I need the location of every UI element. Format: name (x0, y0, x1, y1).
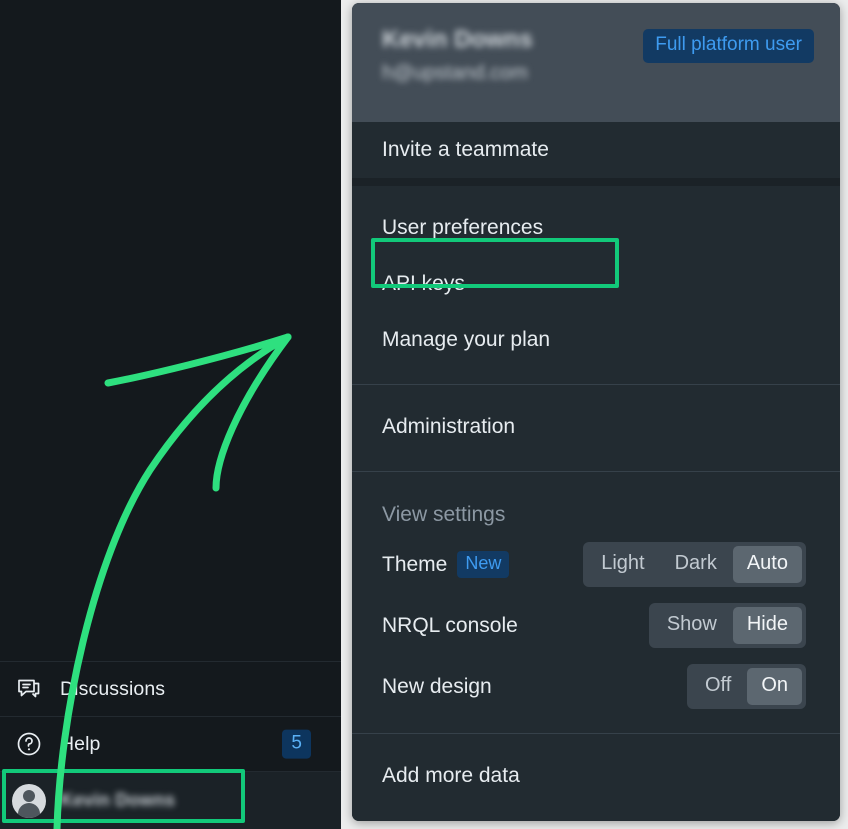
discussions-icon (12, 672, 46, 706)
role-badge: Full platform user (643, 29, 814, 63)
sidebar-user-name: Kevin Downs (60, 790, 176, 810)
setting-row-theme: Theme New Light Dark Auto (352, 534, 840, 595)
help-circle-icon (12, 727, 46, 761)
sidebar-bottom-section: Discussions Help 5 Kevin Downs (0, 661, 341, 829)
new-design-option-off[interactable]: Off (691, 668, 745, 705)
setting-row-nrql-console: NRQL console Show Hide (352, 595, 840, 656)
panel-header: Kevin Downs h@upstand.com Full platform … (352, 3, 840, 122)
section-invite: Invite a teammate (352, 122, 840, 178)
sidebar-item-help[interactable]: Help 5 (0, 716, 341, 771)
menu-item-invite-teammate[interactable]: Invite a teammate (352, 122, 840, 178)
menu-item-manage-your-data[interactable]: Manage your data (352, 804, 840, 821)
section-account: User preferences API keys Manage your pl… (352, 186, 840, 384)
avatar (12, 783, 46, 818)
theme-label: Theme (382, 552, 448, 576)
theme-option-dark[interactable]: Dark (661, 546, 731, 583)
theme-segmented-control: Light Dark Auto (583, 542, 806, 587)
section-data: Add more data Manage your data (352, 733, 840, 821)
nrql-option-show[interactable]: Show (653, 607, 731, 644)
new-design-option-on[interactable]: On (747, 668, 802, 705)
menu-item-api-keys[interactable]: API keys (352, 256, 840, 312)
menu-item-add-more-data[interactable]: Add more data (352, 748, 840, 804)
nrql-console-segmented-control: Show Hide (648, 603, 806, 648)
view-settings-title: View settings (382, 503, 506, 526)
sidebar-item-label: Help (60, 732, 101, 755)
menu-item-administration[interactable]: Administration (352, 399, 840, 455)
new-badge: New (457, 550, 510, 579)
sidebar-item-user-profile[interactable]: Kevin Downs (0, 771, 341, 829)
sidebar-item-discussions[interactable]: Discussions (0, 661, 341, 716)
setting-row-new-design: New design Off On (352, 656, 840, 717)
menu-item-manage-your-plan[interactable]: Manage your plan (352, 312, 840, 368)
left-sidebar: Discussions Help 5 Kevin Downs (0, 0, 341, 829)
theme-option-light[interactable]: Light (587, 546, 658, 583)
screenshot-root: Discussions Help 5 Kevin Downs Kevin Dow… (0, 0, 848, 829)
nrql-console-label: NRQL console (382, 613, 518, 637)
new-design-segmented-control: Off On (687, 664, 806, 709)
theme-option-auto[interactable]: Auto (732, 546, 802, 583)
user-menu-panel: Kevin Downs h@upstand.com Full platform … (352, 3, 840, 821)
theme-label-group: Theme New (382, 550, 510, 579)
section-view-settings: View settings Theme New Light Dark Auto … (352, 471, 840, 733)
sidebar-item-label: Discussions (60, 677, 166, 700)
help-count-badge: 5 (282, 729, 311, 759)
nrql-option-hide[interactable]: Hide (732, 607, 802, 644)
section-administration: Administration (352, 384, 840, 471)
menu-item-user-preferences[interactable]: User preferences (352, 200, 840, 256)
section-divider (352, 178, 840, 186)
new-design-label: New design (382, 674, 492, 698)
